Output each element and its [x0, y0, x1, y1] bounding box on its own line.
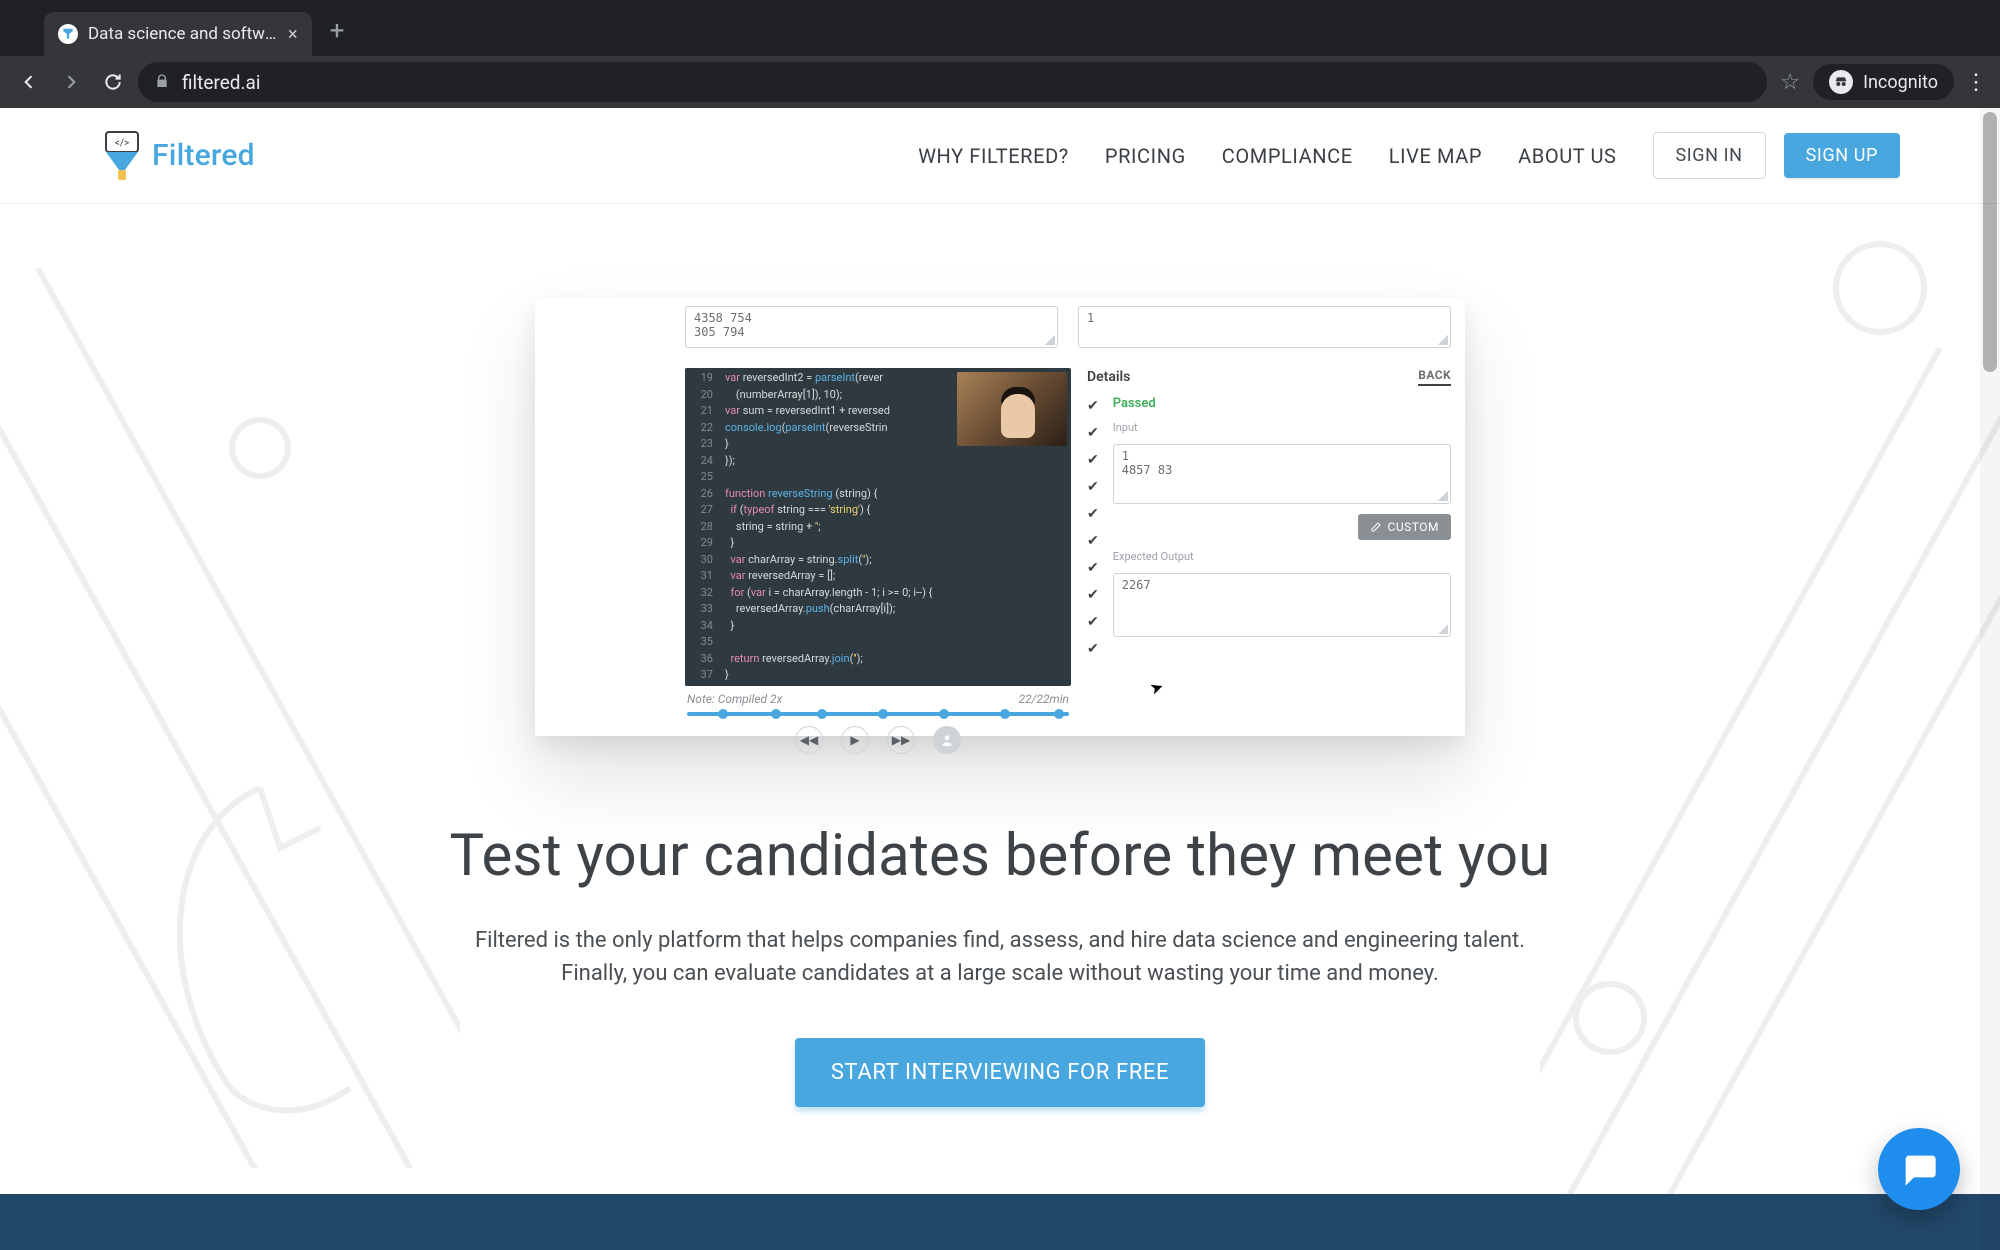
- mock-code-editor: 19 20 21 22 23 24 25 26 27 28 29 30 31 3…: [685, 368, 1071, 686]
- check-icon: ✔: [1087, 587, 1099, 603]
- check-icon: ✔: [1087, 641, 1099, 657]
- back-button[interactable]: [12, 65, 46, 99]
- user-icon: [933, 726, 961, 754]
- hero-subline-1: Filtered is the only platform that helps…: [475, 924, 1525, 957]
- vertical-scrollbar[interactable]: [1980, 108, 2000, 1250]
- check-icon: ✔: [1087, 614, 1099, 630]
- mock-input-box: 1 4857 83: [1113, 444, 1451, 504]
- nav-pricing[interactable]: PRICING: [1105, 144, 1186, 168]
- tab-favicon: [58, 24, 78, 44]
- check-icon: ✔: [1087, 479, 1099, 495]
- mock-details-title: Details: [1087, 369, 1130, 385]
- mock-webcam-thumbnail: [957, 372, 1067, 446]
- check-icon: ✔: [1087, 425, 1099, 441]
- nav-why-filtered[interactable]: WHY FILTERED?: [918, 144, 1069, 168]
- mock-input-top-left: 4358 754 305 794: [685, 306, 1058, 348]
- chat-widget-button[interactable]: [1878, 1128, 1960, 1210]
- svg-text:</>: </>: [115, 138, 129, 149]
- lock-icon: [154, 71, 170, 94]
- play-icon: ▶: [841, 726, 869, 754]
- hero-subline-2: Finally, you can evaluate candidates at …: [475, 957, 1525, 990]
- reload-button[interactable]: [96, 65, 130, 99]
- mock-back-button: BACK: [1418, 368, 1451, 386]
- sign-in-button[interactable]: SIGN IN: [1653, 132, 1766, 179]
- brand-wordmark: Filtered: [152, 138, 255, 173]
- check-icon: ✔: [1087, 452, 1099, 468]
- mock-input-label: Input: [1113, 421, 1451, 434]
- new-tab-button[interactable]: +: [312, 16, 363, 56]
- nav-live-map[interactable]: LIVE MAP: [1389, 144, 1482, 168]
- product-screenshot: 4358 754 305 794 1 19 20 21 22 23 24 25 …: [535, 298, 1465, 736]
- browser-menu-icon[interactable]: ⋮: [1964, 70, 1988, 95]
- mock-custom-button: CUSTOM: [1358, 514, 1451, 540]
- mock-expected-box: 2267: [1113, 573, 1451, 637]
- sign-up-button[interactable]: SIGN UP: [1784, 133, 1900, 178]
- browser-toolbar: filtered.ai ☆ Incognito ⋮: [0, 56, 2000, 108]
- nav-about-us[interactable]: ABOUT US: [1518, 144, 1616, 168]
- forward-button[interactable]: [54, 65, 88, 99]
- check-icon: ✔: [1087, 560, 1099, 576]
- page-viewport: </> Filtered WHY FILTERED? PRICING COMPL…: [0, 108, 2000, 1250]
- close-tab-icon[interactable]: ×: [288, 24, 298, 45]
- brand-mark-icon: </>: [100, 130, 144, 182]
- incognito-icon: [1829, 70, 1853, 94]
- mock-check-list: ✔ ✔ ✔ ✔ ✔ ✔ ✔ ✔ ✔ ✔: [1087, 396, 1099, 657]
- tab-title: Data science and software eng: [88, 24, 278, 44]
- mock-compile-note: Note: Compiled 2x: [687, 692, 782, 706]
- window-controls: [8, 42, 44, 56]
- brand-logo[interactable]: </> Filtered: [100, 130, 255, 182]
- cta-start-interviewing[interactable]: START INTERVIEWING FOR FREE: [795, 1038, 1205, 1107]
- check-icon: ✔: [1087, 398, 1099, 414]
- url-text: filtered.ai: [182, 71, 260, 94]
- site-header: </> Filtered WHY FILTERED? PRICING COMPL…: [0, 108, 2000, 204]
- mock-scrubber: [687, 712, 1069, 716]
- mock-time-note: 22/22min: [1019, 692, 1069, 706]
- fast-forward-icon: ▶▶: [887, 726, 915, 754]
- mock-playback-controls: ◀◀ ▶ ▶▶: [685, 726, 1071, 754]
- check-icon: ✔: [1087, 533, 1099, 549]
- mock-passed-label: Passed: [1113, 396, 1451, 411]
- incognito-indicator[interactable]: Incognito: [1813, 64, 1954, 100]
- bookmark-star-icon[interactable]: ☆: [1775, 70, 1805, 95]
- mock-details-panel: Details BACK ✔ ✔ ✔ ✔ ✔ ✔ ✔ ✔ ✔ ✔ Passed Input 1 4…: [1087, 368, 1451, 754]
- browser-tab-bar: Data science and software eng × +: [0, 0, 2000, 56]
- blue-section-band: [0, 1194, 2000, 1250]
- rewind-icon: ◀◀: [795, 726, 823, 754]
- check-icon: ✔: [1087, 506, 1099, 522]
- hero-headline: Test your candidates before they meet yo…: [450, 822, 1551, 890]
- address-bar[interactable]: filtered.ai: [138, 62, 1767, 102]
- nav-compliance[interactable]: COMPLIANCE: [1222, 144, 1353, 168]
- mock-input-top-right: 1: [1078, 306, 1451, 348]
- mock-expected-label: Expected Output: [1113, 550, 1451, 563]
- incognito-label: Incognito: [1863, 72, 1938, 93]
- browser-tab-active[interactable]: Data science and software eng ×: [44, 12, 312, 56]
- primary-nav: WHY FILTERED? PRICING COMPLIANCE LIVE MA…: [918, 144, 1616, 168]
